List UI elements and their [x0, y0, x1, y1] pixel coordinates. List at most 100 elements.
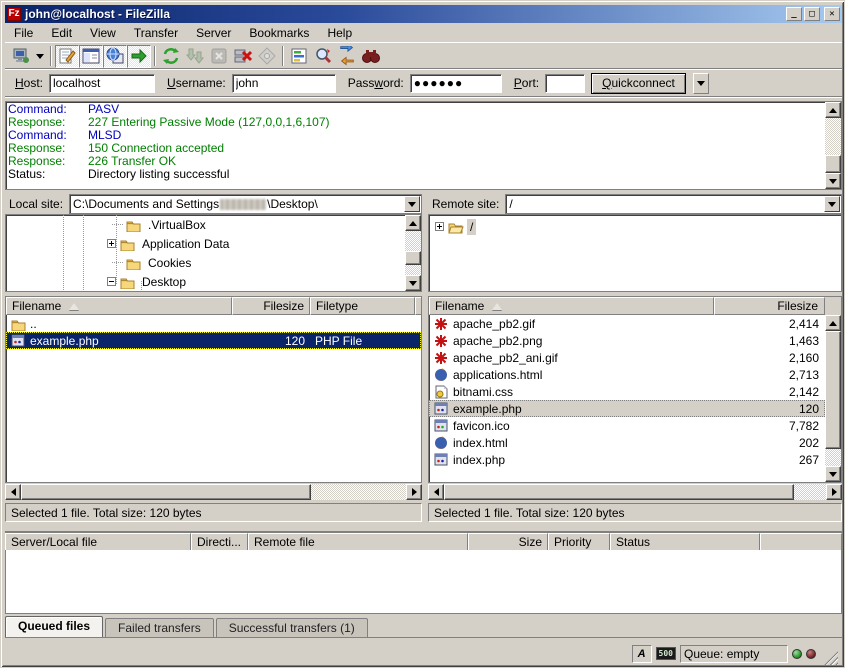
- compare-directories-button[interactable]: [311, 45, 335, 68]
- queue-column-server-local-file[interactable]: Server/Local file: [5, 533, 191, 551]
- port-input[interactable]: [545, 74, 585, 93]
- expand-plus-icon[interactable]: [435, 222, 444, 231]
- title-bar[interactable]: Fz john@localhost - FileZilla _ □ ✕: [5, 5, 842, 23]
- local-site-dropdown-button[interactable]: [404, 196, 420, 212]
- queue-list[interactable]: [5, 550, 842, 614]
- scroll-right-button[interactable]: [826, 484, 842, 500]
- file-row[interactable]: apache_pb2.gif 2,414: [429, 315, 825, 332]
- column-header-last-modified[interactable]: L: [415, 297, 422, 315]
- synchronized-browsing-button[interactable]: [335, 45, 359, 68]
- tab-failed-transfers[interactable]: Failed transfers: [105, 618, 214, 637]
- quickconnect-dropdown-button[interactable]: [693, 73, 709, 94]
- tab-successful-transfers[interactable]: Successful transfers (1): [216, 618, 368, 637]
- tab-queued-files[interactable]: Queued files: [5, 616, 103, 637]
- process-queue-button[interactable]: [183, 45, 207, 68]
- password-input[interactable]: [410, 74, 502, 93]
- toggle-transfer-queue-button[interactable]: [127, 45, 151, 68]
- speed-limit-indicator[interactable]: 500: [656, 647, 676, 660]
- file-row[interactable]: apache_pb2.png 1,463: [429, 332, 825, 349]
- toggle-local-tree-button[interactable]: [79, 45, 103, 68]
- column-header-filename[interactable]: Filename: [6, 297, 232, 315]
- file-row-example-php[interactable]: example.php 120: [429, 400, 825, 417]
- message-log[interactable]: Command:PASV Response:227 Entering Passi…: [5, 101, 842, 190]
- menu-transfer[interactable]: Transfer: [125, 24, 187, 42]
- scroll-down-button[interactable]: [825, 173, 841, 189]
- file-row[interactable]: index.html 202: [429, 434, 825, 451]
- scroll-left-button[interactable]: [5, 484, 21, 500]
- scroll-down-button[interactable]: [405, 275, 421, 291]
- column-header-filetype[interactable]: Filetype: [310, 297, 415, 315]
- local-file-list[interactable]: Filename Filesize Filetype L .. example.…: [5, 296, 422, 483]
- scroll-down-button[interactable]: [825, 466, 841, 482]
- remote-site-dropdown-button[interactable]: [824, 196, 840, 212]
- cancel-operation-button[interactable]: [207, 45, 231, 68]
- menu-server[interactable]: Server: [187, 24, 240, 42]
- toggle-remote-tree-button[interactable]: [103, 45, 127, 68]
- find-files-button[interactable]: [359, 45, 383, 68]
- host-input[interactable]: [49, 74, 155, 93]
- scroll-thumb[interactable]: [825, 155, 841, 173]
- refresh-button[interactable]: [159, 45, 183, 68]
- remote-site-combobox[interactable]: /: [505, 194, 842, 214]
- file-row-parent-dir[interactable]: ..: [6, 315, 421, 332]
- close-button[interactable]: ✕: [824, 7, 840, 21]
- tree-item-root[interactable]: /: [435, 217, 476, 236]
- site-manager-dropdown-button[interactable]: [33, 45, 47, 68]
- tree-item-desktop[interactable]: Desktop: [107, 272, 189, 291]
- scroll-right-button[interactable]: [406, 484, 422, 500]
- resize-grip[interactable]: [824, 651, 838, 665]
- toggle-message-log-button[interactable]: [55, 45, 79, 68]
- reconnect-button[interactable]: [255, 45, 279, 68]
- queue-column-direction[interactable]: Directi...: [191, 533, 248, 551]
- file-row[interactable]: index.php 267: [429, 451, 825, 468]
- filezilla-app-icon[interactable]: Fz: [7, 7, 21, 21]
- remote-directory-tree[interactable]: /: [428, 214, 842, 292]
- menu-bookmarks[interactable]: Bookmarks: [240, 24, 318, 42]
- remote-file-list[interactable]: Filename Filesize apache_pb2.gif 2,414 a…: [428, 296, 842, 483]
- remote-list-hscrollbar[interactable]: [428, 484, 842, 500]
- menu-help[interactable]: Help: [318, 24, 361, 42]
- scroll-up-button[interactable]: [825, 102, 841, 118]
- local-directory-tree[interactable]: .VirtualBox Application Data Cookies Des…: [5, 214, 422, 292]
- file-row[interactable]: favicon.ico 7,782: [429, 417, 825, 434]
- site-manager-button[interactable]: [9, 45, 33, 68]
- menu-edit[interactable]: Edit: [42, 24, 81, 42]
- username-input[interactable]: [232, 74, 336, 93]
- data-type-indicator[interactable]: A: [632, 645, 652, 663]
- minimize-button[interactable]: _: [786, 7, 802, 21]
- collapse-minus-icon[interactable]: [107, 277, 116, 286]
- scroll-thumb[interactable]: [21, 484, 311, 500]
- directory-listing-filters-button[interactable]: [287, 45, 311, 68]
- menu-view[interactable]: View: [81, 24, 125, 42]
- local-site-combobox[interactable]: C:\Documents and Settings\Desktop\: [69, 194, 422, 214]
- scroll-thumb[interactable]: [825, 331, 841, 449]
- column-header-filesize[interactable]: Filesize: [232, 297, 310, 315]
- file-row[interactable]: apache_pb2_ani.gif 2,160: [429, 349, 825, 366]
- quickconnect-button[interactable]: Quickconnect: [591, 73, 686, 94]
- log-scrollbar[interactable]: [825, 102, 841, 189]
- maximize-button[interactable]: □: [804, 7, 820, 21]
- scroll-left-button[interactable]: [428, 484, 444, 500]
- queue-column-remote-file[interactable]: Remote file: [248, 533, 468, 551]
- tree-item-application-data[interactable]: Application Data: [107, 234, 232, 253]
- scroll-up-button[interactable]: [825, 315, 841, 331]
- local-list-hscrollbar[interactable]: [5, 484, 422, 500]
- file-row[interactable]: applications.html 2,713: [429, 366, 825, 383]
- expand-plus-icon[interactable]: [107, 239, 116, 248]
- remote-list-scrollbar[interactable]: [825, 315, 841, 482]
- menu-file[interactable]: File: [5, 24, 42, 42]
- local-tree-scrollbar[interactable]: [405, 215, 421, 291]
- scroll-thumb[interactable]: [444, 484, 794, 500]
- file-row[interactable]: bitnami.css 2,142: [429, 383, 825, 400]
- disconnect-button[interactable]: [231, 45, 255, 68]
- scroll-up-button[interactable]: [405, 215, 421, 231]
- tree-item-virtualbox[interactable]: .VirtualBox: [112, 215, 209, 234]
- file-row-example-php[interactable]: example.php 120 PHP File 1: [6, 332, 421, 349]
- column-header-filesize[interactable]: Filesize: [714, 297, 825, 315]
- scroll-thumb[interactable]: [405, 251, 421, 265]
- queue-column-priority[interactable]: Priority: [548, 533, 610, 551]
- queue-column-size[interactable]: Size: [468, 533, 548, 551]
- tree-item-cookies[interactable]: Cookies: [112, 253, 194, 272]
- queue-column-status[interactable]: Status: [610, 533, 760, 551]
- column-header-filename[interactable]: Filename: [429, 297, 714, 315]
